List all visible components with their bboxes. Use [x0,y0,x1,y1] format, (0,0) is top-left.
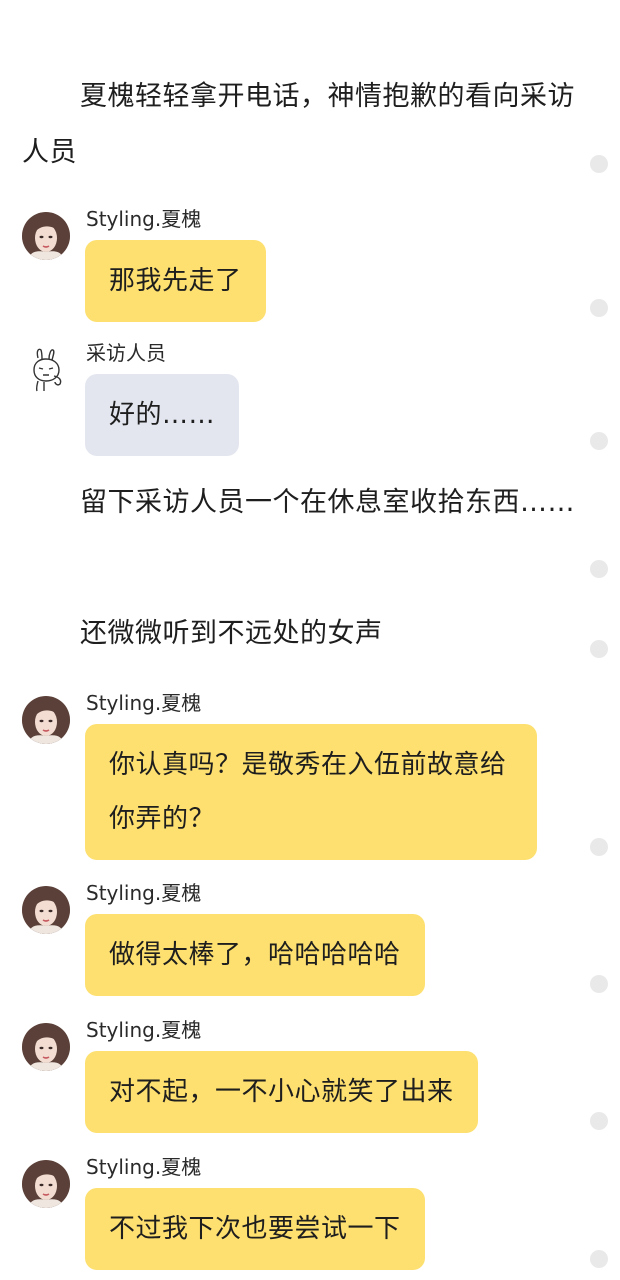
comment-dot-icon[interactable] [590,838,608,856]
comment-dot-icon[interactable] [590,640,608,658]
woman-portrait-avatar-icon[interactable] [22,1023,70,1071]
speaker-name: Styling.夏槐 [86,1155,202,1179]
woman-portrait-avatar-icon[interactable] [22,212,70,260]
chat-bubble: 你认真吗？是敬秀在入伍前故意给你弄的？ [85,724,537,860]
chat-bubble: 那我先走了 [85,240,266,322]
narration-paragraph: 留下采访人员一个在休息室收拾东西…… [80,487,575,518]
comment-dot-icon[interactable] [590,1112,608,1130]
speaker-name: Styling.夏槐 [86,207,202,231]
speaker-name: Styling.夏槐 [86,691,202,715]
chat-bubble: 做得太棒了，哈哈哈哈哈 [85,914,425,996]
woman-portrait-avatar-icon[interactable] [22,1160,70,1208]
speaker-name: Styling.夏槐 [86,881,202,905]
narration-paragraph: 还微微听到不远处的女声 [80,618,383,649]
chat-bubble: 对不起，一不小心就笑了出来 [85,1051,478,1133]
comment-dot-icon[interactable] [590,560,608,578]
comment-dot-icon[interactable] [590,1250,608,1268]
chat-bubble: 好的…… [85,374,240,456]
comment-dot-icon[interactable] [590,155,608,173]
speaker-name: Styling.夏槐 [86,1018,202,1042]
woman-portrait-avatar-icon[interactable] [22,886,70,934]
comment-dot-icon[interactable] [590,299,608,317]
speaker-name: 采访人员 [86,341,166,365]
woman-portrait-avatar-icon[interactable] [22,696,70,744]
rabbit-sketch-avatar-icon[interactable] [22,346,70,394]
comment-dot-icon[interactable] [590,432,608,450]
chat-bubble: 不过我下次也要尝试一下 [85,1188,425,1270]
comment-dot-icon[interactable] [590,975,608,993]
narration-paragraph: 夏槐轻轻拿开电话，神情抱歉的看向采访人员 [22,81,575,168]
